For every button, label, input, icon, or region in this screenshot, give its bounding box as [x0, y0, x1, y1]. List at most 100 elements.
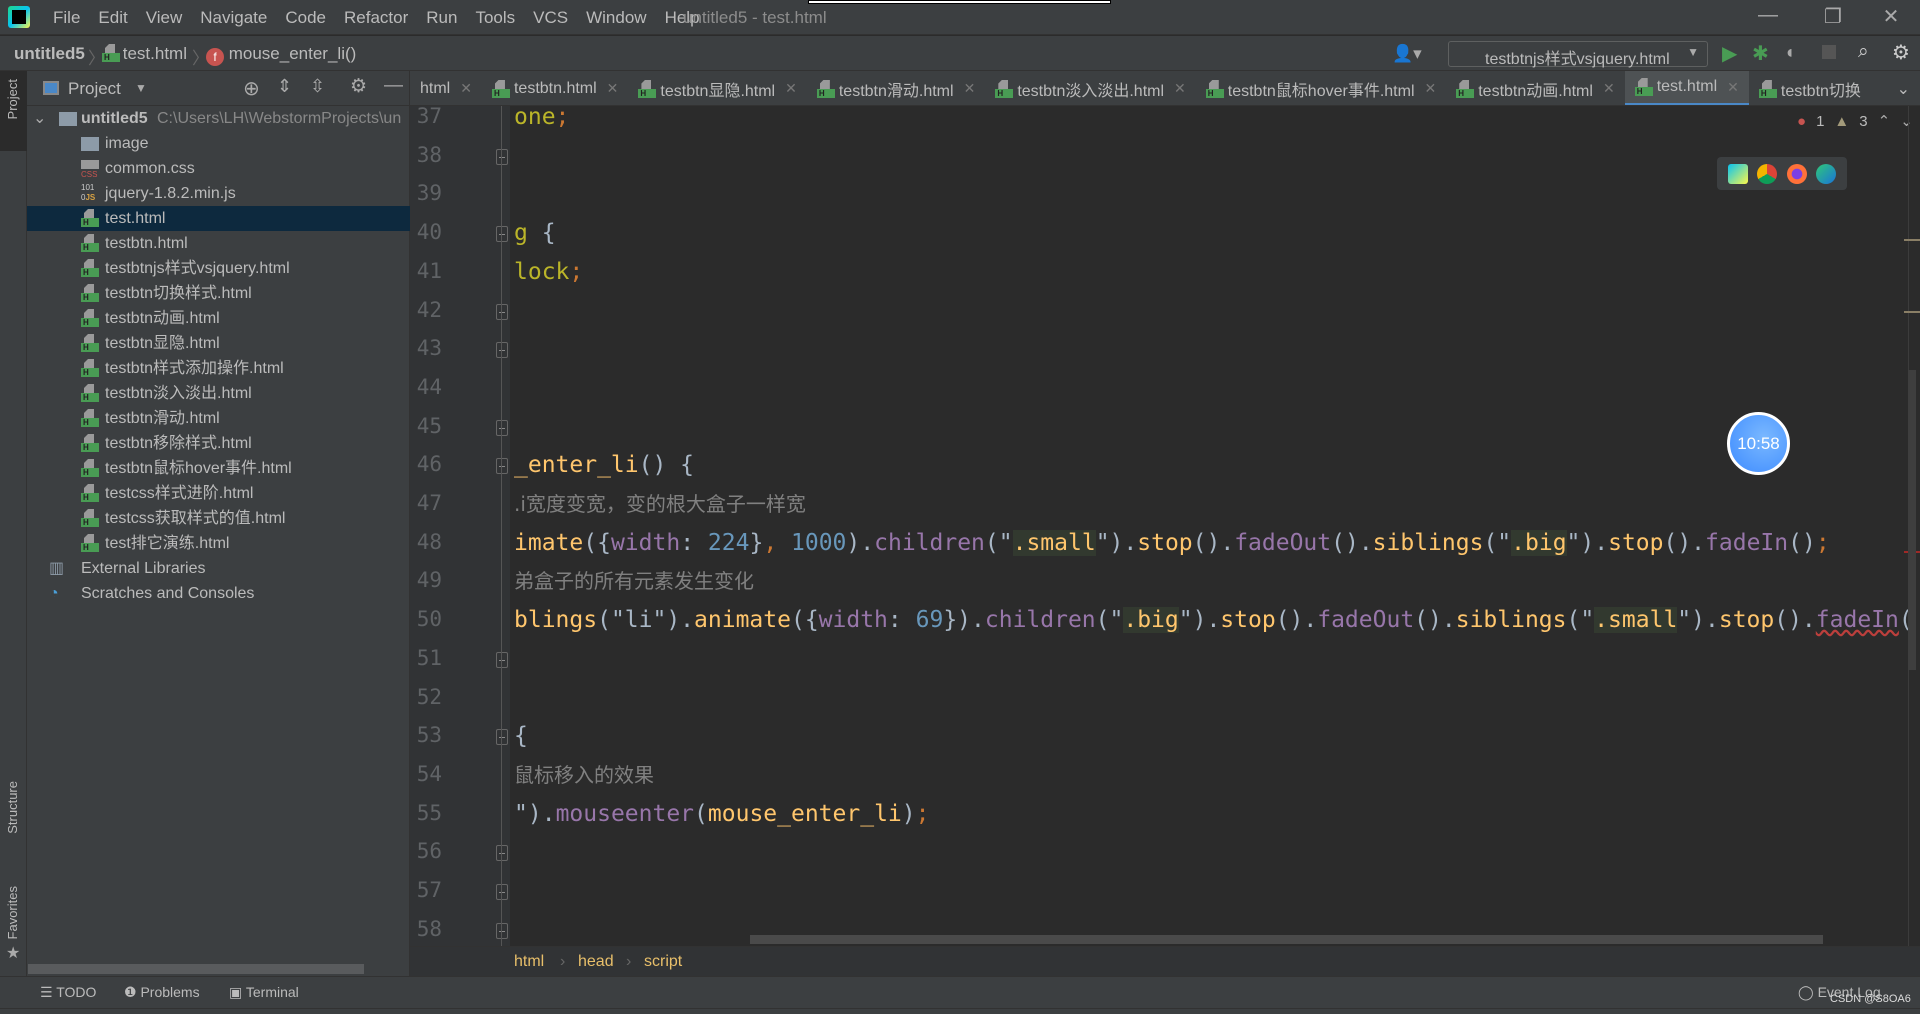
gear-icon[interactable]: ⚙	[1892, 40, 1910, 65]
code-line[interactable]: one;	[514, 106, 569, 136]
code-line[interactable]: lock;	[514, 253, 583, 291]
tree-item-file[interactable]: testcss样式进阶.html	[27, 481, 410, 506]
tab-list-chevron-icon[interactable]: ⌄	[1887, 71, 1920, 105]
horizontal-scrollbar[interactable]	[750, 935, 1823, 944]
firefox-icon[interactable]	[1786, 163, 1807, 184]
menu-file[interactable]: File	[44, 8, 89, 28]
tab-testbtn淡入淡出.html[interactable]: testbtn淡入淡出.html ✕	[985, 71, 1195, 105]
tree-scratches[interactable]: ◔ Scratches and Consoles	[27, 581, 410, 606]
tree-root[interactable]: ⌄ untitled5 C:\Users\LH\WebstormProjects\u…	[27, 106, 410, 131]
chevron-down-icon[interactable]: ▼	[135, 81, 147, 95]
fold-marker-icon[interactable]	[496, 148, 508, 165]
previous-highlight-icon[interactable]: ⌃	[1878, 112, 1891, 130]
vertical-scrollbar[interactable]	[1908, 370, 1916, 670]
close-tab-icon[interactable]: ✕	[460, 80, 472, 97]
tree-item-file[interactable]: testbtn样式添加操作.html	[27, 356, 410, 381]
run-icon[interactable]: ▶	[1722, 41, 1737, 66]
chrome-icon[interactable]	[1757, 163, 1778, 184]
user-icon[interactable]: 👤▾	[1392, 44, 1422, 64]
code-line[interactable]: blings("li").animate({width: 69}).childr…	[514, 601, 1913, 639]
tab-testbtn显隐.html[interactable]: testbtn显隐.html ✕	[628, 71, 806, 105]
side-tab-favorites[interactable]: Favorites	[5, 886, 20, 939]
tab-testbtn.html[interactable]: testbtn.html ✕	[482, 71, 628, 105]
fold-marker-icon[interactable]	[496, 458, 508, 475]
side-tab-project[interactable]: Project	[5, 79, 20, 119]
breadcrumb-head[interactable]: head	[578, 953, 614, 971]
terminal-button[interactable]: ▣ Terminal	[229, 984, 299, 1001]
tree-item-file[interactable]: test排它演练.html	[27, 531, 410, 556]
fold-marker-icon[interactable]	[496, 884, 508, 900]
run-config-dropdown[interactable]: testbtnjs样式vsjquery.html ▼	[1448, 41, 1708, 68]
nav-project[interactable]: untitled5	[14, 44, 85, 64]
fold-marker-icon[interactable]	[496, 226, 508, 243]
menu-navigate[interactable]: Navigate	[191, 8, 276, 28]
code-editor[interactable]: 37 38 39 40 41 42 43 44 45 46 47 48 49 50 51 52 53 54 55 56…	[410, 106, 1920, 946]
close-tab-icon[interactable]: ✕	[964, 80, 976, 97]
collapse-all-icon[interactable]: ⇳	[310, 76, 325, 97]
clock-widget[interactable]: 10:58	[1727, 412, 1790, 475]
horizontal-scrollbar[interactable]	[28, 964, 364, 974]
restore-button[interactable]: ❐	[1818, 4, 1848, 29]
stop-icon[interactable]	[1822, 45, 1836, 59]
error-stripe-mark[interactable]	[1904, 239, 1920, 241]
code-line[interactable]: g {	[514, 214, 556, 252]
code-line[interactable]: _enter_li() {	[514, 446, 694, 484]
close-tab-icon[interactable]: ✕	[1425, 80, 1437, 97]
tab-testbtn鼠标hover事件.html[interactable]: testbtn鼠标hover事件.html ✕	[1196, 71, 1446, 105]
search-icon[interactable]: ⌕	[1858, 41, 1869, 63]
tab-testbtn滑动.html[interactable]: testbtn滑动.html ✕	[807, 71, 985, 105]
menu-tools[interactable]: Tools	[466, 8, 524, 28]
close-tab-icon[interactable]: ✕	[1603, 80, 1615, 97]
fold-marker-icon[interactable]	[496, 419, 508, 436]
close-tab-icon[interactable]: ✕	[1174, 80, 1186, 97]
breadcrumb-script[interactable]: script	[644, 953, 682, 971]
tree-item-file[interactable]: image	[27, 131, 410, 156]
close-tab-icon[interactable]: ✕	[607, 80, 619, 97]
tree-item-file[interactable]: testbtn移除样式.html	[27, 431, 410, 456]
tree-external-libraries[interactable]: ▥ External Libraries	[27, 556, 410, 581]
tree-item-file[interactable]: testbtn淡入淡出.html	[27, 381, 410, 406]
code-line[interactable]: imate({width: 224}, 1000).children(".sma…	[514, 524, 1830, 562]
tree-item-file[interactable]: testbtn显隐.html	[27, 331, 410, 356]
fold-marker-icon[interactable]	[496, 303, 508, 320]
tree-item-file[interactable]: testbtn.html	[27, 231, 410, 256]
tab-testbtn动画.html[interactable]: testbtn动画.html ✕	[1446, 71, 1624, 105]
project-view-dropdown[interactable]: Project	[68, 79, 121, 99]
menu-code[interactable]: Code	[276, 8, 335, 28]
menu-window[interactable]: Window	[577, 8, 655, 28]
menu-vcs[interactable]: VCS	[524, 8, 577, 28]
edge-icon[interactable]	[1816, 163, 1837, 184]
tree-item-file[interactable]: 101 0JS jquery-1.8.2.min.js	[27, 181, 410, 206]
webstorm-browser-icon[interactable]	[1727, 163, 1748, 184]
code-line[interactable]: .i宽度变宽，变的根大盒子一样宽	[514, 485, 806, 523]
tree-item-file[interactable]: testbtn滑动.html	[27, 406, 410, 431]
tree-item-file[interactable]: testbtn动画.html	[27, 306, 410, 331]
expand-all-icon[interactable]: ⇕	[277, 76, 292, 97]
close-button[interactable]: ✕	[1876, 4, 1906, 29]
close-tab-icon[interactable]: ✕	[785, 80, 797, 97]
code-line[interactable]: 弟盒子的所有元素发生变化	[514, 562, 754, 600]
code-line[interactable]: 鼠标移入的效果	[514, 756, 654, 794]
tree-item-file[interactable]: CSS common.css	[27, 156, 410, 181]
tree-item-file[interactable]: test.html	[27, 206, 410, 231]
code-line[interactable]: {	[514, 717, 528, 755]
debug-icon[interactable]: ✱	[1752, 41, 1769, 66]
nav-function[interactable]: f mouse_enter_li()	[206, 44, 356, 66]
error-stripe-mark[interactable]	[1904, 311, 1920, 313]
minimize-button[interactable]: —	[1753, 4, 1783, 27]
tree-item-file[interactable]: testcss获取样式的值.html	[27, 506, 410, 531]
close-tab-icon[interactable]: ✕	[1727, 79, 1739, 96]
nav-file[interactable]: test.html	[102, 44, 187, 64]
fold-marker-icon[interactable]	[496, 342, 508, 359]
breadcrumb-html[interactable]: html	[514, 953, 544, 971]
tab-html[interactable]: html ✕	[410, 71, 482, 105]
gear-icon[interactable]: ⚙	[350, 75, 367, 98]
next-highlight-icon[interactable]: ⌄	[1900, 112, 1913, 130]
inspection-widget[interactable]: ● 1 ▲ 3 ⌃ ⌄	[1797, 112, 1913, 131]
fold-marker-icon[interactable]	[496, 845, 508, 862]
menu-run[interactable]: Run	[417, 8, 466, 28]
tree-item-file[interactable]: testbtnjs样式vsjquery.html	[27, 256, 410, 281]
todo-button[interactable]: ☰ TODO	[40, 984, 96, 1001]
fold-marker-icon[interactable]	[496, 651, 508, 668]
menu-view[interactable]: View	[137, 8, 192, 28]
